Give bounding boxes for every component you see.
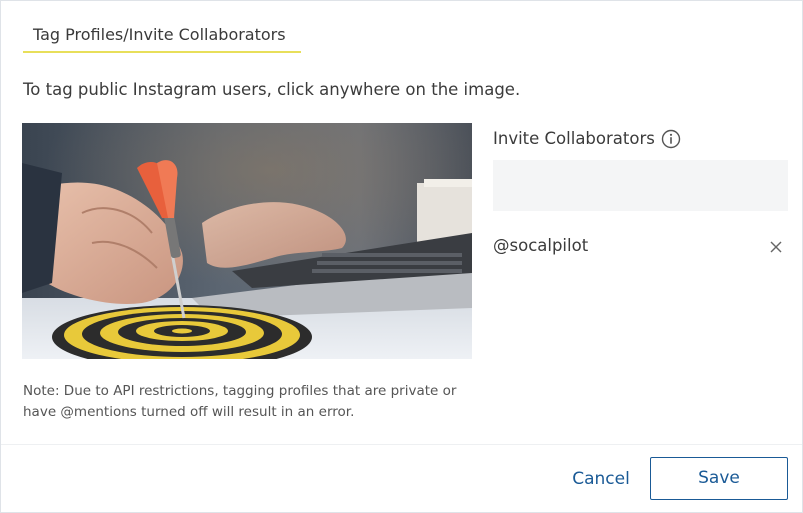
collaborator-search-input[interactable] bbox=[493, 160, 788, 211]
info-circle-icon[interactable] bbox=[661, 129, 681, 149]
api-note: Note: Due to API restrictions, tagging p… bbox=[23, 383, 457, 420]
save-button[interactable]: Save bbox=[650, 457, 788, 500]
tag-profiles-dialog: Tag Profiles/Invite Collaborators To tag… bbox=[0, 0, 803, 513]
tab-label: Tag Profiles/Invite Collaborators bbox=[33, 25, 286, 44]
collaborator-handle: @socalpilot bbox=[493, 236, 589, 255]
tab-tag-profiles[interactable]: Tag Profiles/Invite Collaborators bbox=[23, 23, 301, 53]
post-image-graphic bbox=[22, 123, 472, 359]
instruction-text: To tag public Instagram users, click any… bbox=[23, 80, 521, 99]
post-image[interactable] bbox=[22, 123, 472, 359]
close-icon[interactable] bbox=[769, 240, 783, 254]
invite-collaborators-label: Invite Collaborators bbox=[493, 129, 655, 148]
collaborator-item: @socalpilot bbox=[493, 235, 588, 257]
footer-divider bbox=[1, 444, 802, 445]
cancel-button[interactable]: Cancel bbox=[563, 458, 639, 500]
